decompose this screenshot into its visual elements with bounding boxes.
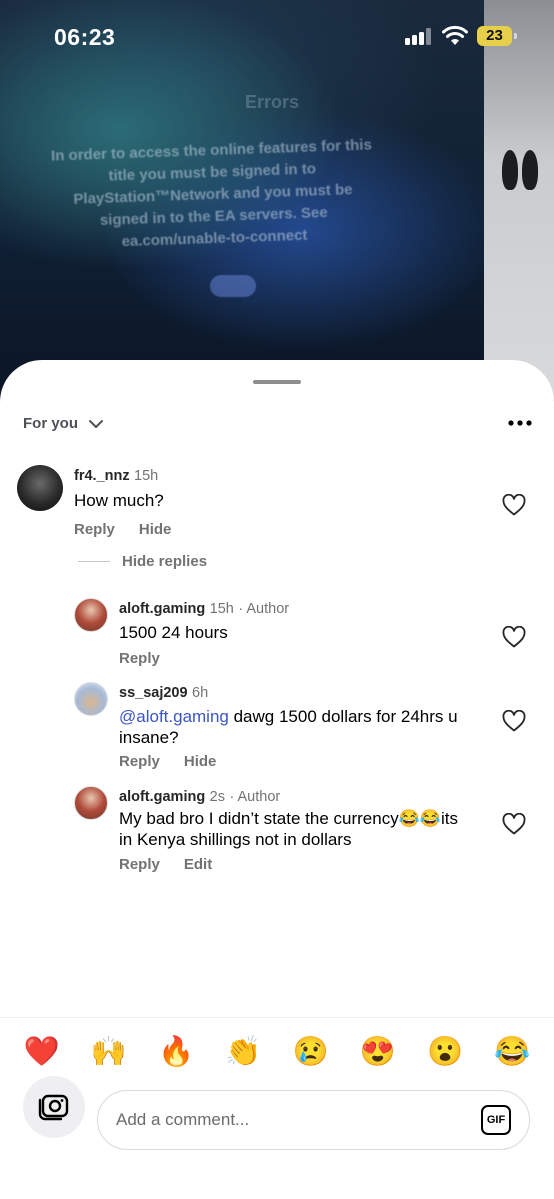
tv-heading: Errors: [245, 92, 300, 112]
comment-time: 2s: [209, 789, 225, 805]
reaction-fire[interactable]: 🔥: [154, 1030, 198, 1074]
hide-button[interactable]: Hide: [139, 521, 172, 538]
camera-button[interactable]: [23, 1076, 85, 1138]
comment-input[interactable]: [116, 1110, 481, 1130]
comment-time: 15h: [209, 601, 234, 617]
mention-link[interactable]: @aloft.gaming: [119, 707, 229, 726]
sheet-grabber[interactable]: [253, 380, 301, 384]
status-bar: 06:23 23: [0, 0, 554, 72]
reaction-laughing[interactable]: 😂: [490, 1030, 534, 1074]
battery-icon: 23: [477, 26, 517, 46]
reaction-raised-hands[interactable]: 🙌: [87, 1030, 131, 1074]
author-badge: Author: [246, 601, 290, 617]
like-heart-icon[interactable]: [502, 494, 526, 516]
reply-button[interactable]: Reply: [119, 753, 160, 770]
like-heart-icon[interactable]: [502, 626, 526, 648]
comments-sheet: For you fr4._nnz 15h How much? Reply Hid…: [0, 360, 554, 1199]
battery-level: 23: [477, 26, 512, 46]
gif-button[interactable]: GIF: [481, 1105, 511, 1135]
reply-button[interactable]: Reply: [74, 521, 115, 538]
wifi-icon: [442, 25, 468, 45]
like-heart-icon[interactable]: [502, 813, 526, 835]
reaction-crying[interactable]: 😢: [289, 1030, 333, 1074]
sort-label: For you: [23, 415, 78, 432]
status-time: 06:23: [54, 24, 116, 50]
avatar[interactable]: [74, 682, 108, 716]
comment-username[interactable]: fr4._nnz: [74, 468, 130, 484]
edit-button[interactable]: Edit: [184, 856, 212, 873]
comment-text: 1500 24 hours: [119, 623, 228, 642]
author-badge: Author: [237, 789, 281, 805]
comment-time: 15h: [134, 468, 159, 484]
comment-text: @aloft.gaming dawg 1500 dollars for 24hr…: [119, 706, 459, 748]
comment-text: My bad bro I didn’t state the currency😂😂…: [119, 809, 459, 849]
reaction-clap[interactable]: 👏: [221, 1030, 265, 1074]
tv-ok-button: [210, 275, 256, 297]
comment-text: How much?: [74, 491, 164, 510]
comment-composer: GIF: [97, 1090, 530, 1150]
hide-replies-button[interactable]: Hide replies: [78, 553, 207, 570]
tv-error-message: In order to access the online features f…: [50, 136, 373, 251]
avatar[interactable]: [74, 598, 108, 632]
comment-username[interactable]: aloft.gaming: [119, 601, 205, 617]
console-image: [502, 150, 552, 190]
like-heart-icon[interactable]: [502, 710, 526, 732]
hide-replies-label: Hide replies: [122, 553, 208, 570]
comment-time: 6h: [192, 685, 209, 701]
chevron-down-icon: [89, 419, 103, 428]
reaction-heart-eyes[interactable]: 😍: [356, 1030, 400, 1074]
hide-button[interactable]: Hide: [184, 753, 217, 770]
cellular-signal-icon: [405, 28, 433, 45]
reply-button[interactable]: Reply: [119, 856, 160, 873]
quick-reactions: ❤️ 🙌 🔥 👏 😢 😍 😮 😂: [0, 1030, 554, 1074]
sort-dropdown[interactable]: For you: [23, 415, 104, 432]
comment-username[interactable]: ss_saj209: [119, 685, 188, 701]
comment-username[interactable]: aloft.gaming: [119, 789, 205, 805]
avatar[interactable]: [74, 786, 108, 820]
camera-icon: [38, 1094, 69, 1121]
reaction-heart[interactable]: ❤️: [20, 1030, 64, 1074]
composer-divider: [0, 1017, 554, 1018]
thread-line: [78, 561, 110, 562]
avatar[interactable]: [17, 465, 63, 511]
reaction-surprised[interactable]: 😮: [423, 1030, 467, 1074]
reply-button[interactable]: Reply: [119, 650, 160, 667]
more-options-icon[interactable]: [506, 416, 534, 430]
